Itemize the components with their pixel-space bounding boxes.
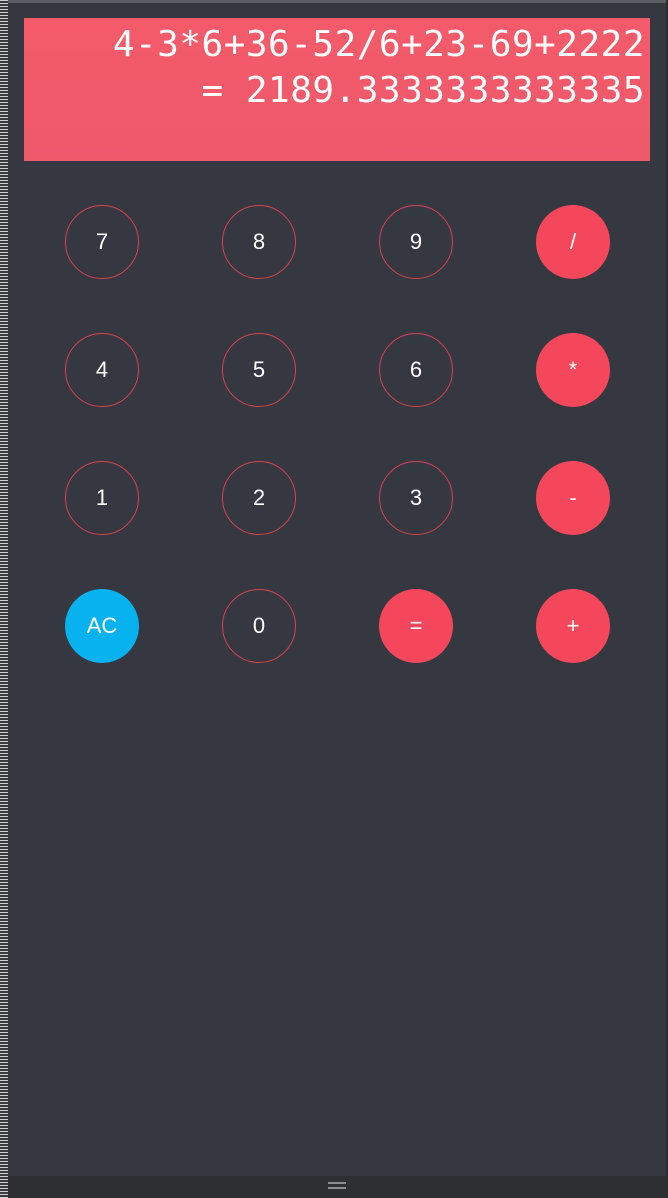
key-add[interactable]: + [536,589,610,663]
key-1[interactable]: 1 [65,461,139,535]
key-7[interactable]: 7 [65,205,139,279]
keypad: 7 8 9 / 4 5 6 * 1 2 3 - AC 0 = + [8,0,666,700]
drag-handle-icon[interactable] [328,1182,346,1192]
key-clear[interactable]: AC [65,589,139,663]
key-equals[interactable]: = [379,589,453,663]
key-4[interactable]: 4 [65,333,139,407]
window-edge [0,0,8,1198]
key-6[interactable]: 6 [379,333,453,407]
key-2[interactable]: 2 [222,461,296,535]
key-subtract[interactable]: - [536,461,610,535]
key-multiply[interactable]: * [536,333,610,407]
key-0[interactable]: 0 [222,589,296,663]
key-8[interactable]: 8 [222,205,296,279]
bottom-bar [8,1176,668,1198]
key-9[interactable]: 9 [379,205,453,279]
key-3[interactable]: 3 [379,461,453,535]
key-5[interactable]: 5 [222,333,296,407]
key-divide[interactable]: / [536,205,610,279]
